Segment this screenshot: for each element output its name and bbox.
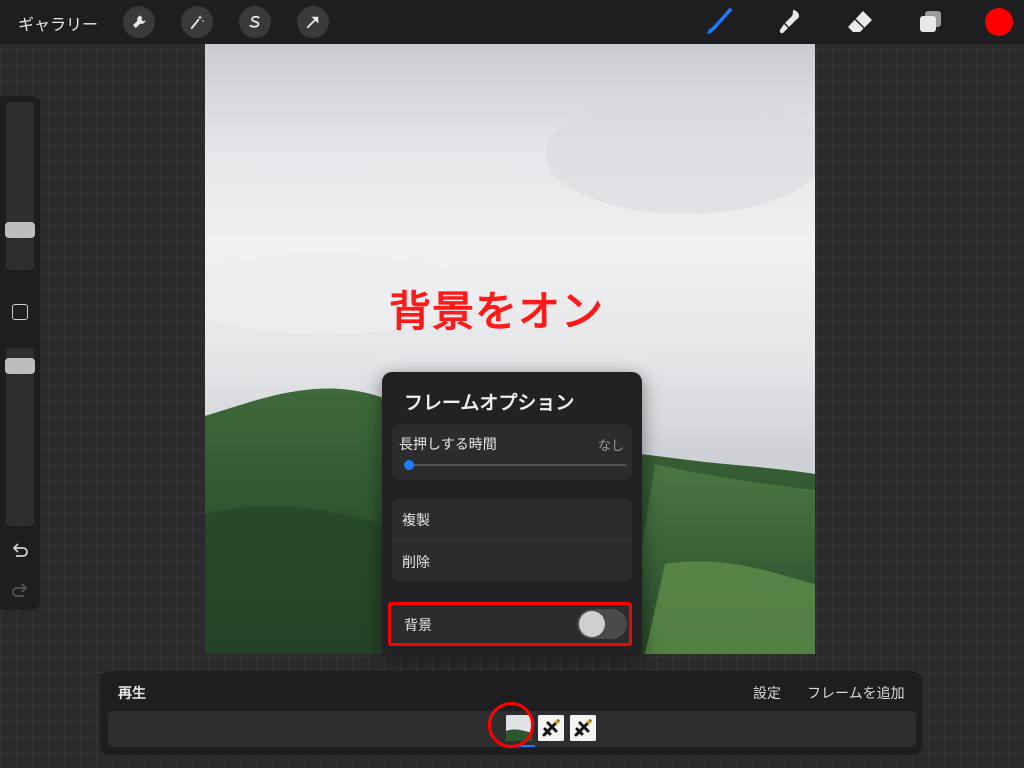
popover-title: フレームオプション (404, 392, 575, 414)
brush-icon[interactable] (704, 7, 734, 37)
undo-icon[interactable] (10, 542, 30, 560)
redo-icon[interactable] (10, 582, 30, 600)
annotation-text: 背景をオン (389, 287, 605, 336)
hold-duration-value: なし (597, 439, 624, 454)
transform-arrow-icon[interactable] (297, 6, 329, 38)
magic-wand-icon[interactable] (181, 6, 213, 38)
frame-actions-menu: 複製 削除 (392, 498, 632, 582)
color-picker-button[interactable] (985, 8, 1013, 36)
hold-duration-row: 長押しする時間 なし (392, 424, 632, 480)
gallery-button[interactable]: ギャラリー (18, 11, 98, 35)
hold-duration-slider[interactable] (406, 464, 626, 466)
hold-duration-label: 長押しする時間 (399, 437, 497, 453)
left-sidebar (0, 96, 40, 610)
highlight-rectangle (388, 602, 632, 646)
top-toolbar: ギャラリー (0, 0, 1024, 44)
play-button[interactable]: 再生 (118, 683, 146, 703)
brush-size-thumb[interactable] (5, 222, 35, 238)
opacity-thumb[interactable] (5, 358, 35, 374)
highlight-circle (488, 702, 534, 748)
delete-button[interactable]: 削除 (402, 552, 430, 572)
frame-thumbnail-2[interactable] (538, 715, 564, 741)
settings-button[interactable]: 設定 (753, 683, 781, 703)
eraser-icon[interactable] (845, 7, 875, 37)
selection-s-icon[interactable] (239, 6, 271, 38)
hold-duration-knob[interactable] (404, 460, 414, 470)
layers-icon[interactable] (916, 7, 946, 37)
smudge-icon[interactable] (775, 7, 805, 37)
brush-size-slider[interactable] (6, 102, 34, 270)
duplicate-button[interactable]: 複製 (402, 510, 430, 530)
menu-divider (392, 540, 632, 541)
wrench-icon[interactable] (123, 6, 155, 38)
frame-thumbnail-3[interactable] (570, 715, 596, 741)
opacity-slider[interactable] (6, 348, 34, 526)
add-frame-button[interactable]: フレームを追加 (807, 683, 905, 703)
modify-square-icon[interactable] (12, 304, 28, 320)
